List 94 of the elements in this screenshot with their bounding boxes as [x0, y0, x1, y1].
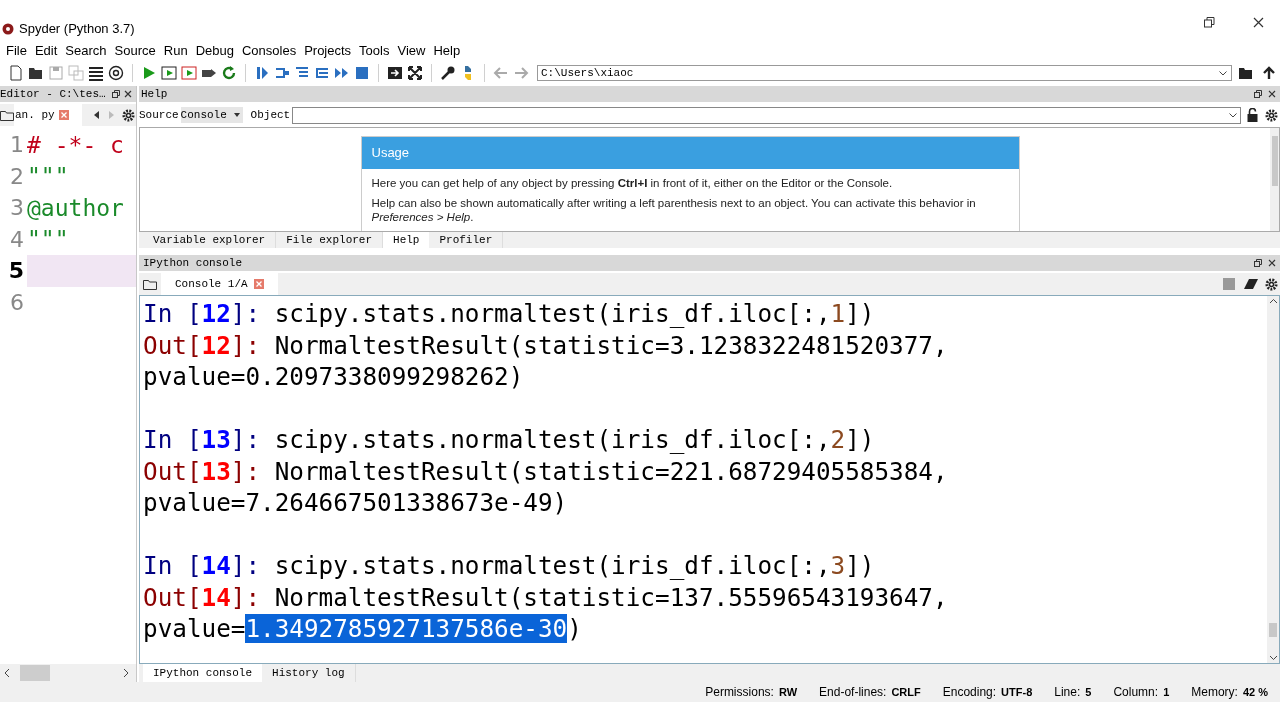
scroll-down-icon[interactable]	[1268, 655, 1278, 661]
menu-item[interactable]: View	[393, 41, 430, 61]
scrollbar-thumb[interactable]	[1269, 623, 1277, 637]
console-line: Out[12]: NormaltestResult(statistic=3.1238322481520377,	[143, 329, 948, 361]
line-number: 3	[9, 194, 24, 223]
status-item: Column: 1	[1113, 684, 1170, 701]
new-file-icon[interactable]	[8, 65, 24, 81]
close-icon[interactable]	[1253, 17, 1264, 28]
step-return-icon[interactable]	[314, 65, 330, 81]
dropdown-caret-icon	[233, 113, 240, 117]
pane-title: Editor - C:\tes…	[0, 86, 106, 102]
run-icon[interactable]	[141, 65, 157, 81]
console-line: Out[14]: NormaltestResult(statistic=137.55596543193647,	[143, 581, 948, 613]
status-item: Memory: 42 %	[1191, 684, 1268, 701]
line-number: 4	[9, 225, 24, 254]
console-line: In [12]: scipy.stats.normaltest(iris_df.iloc[:,1])	[143, 298, 875, 330]
wrench-icon[interactable]	[440, 65, 456, 81]
console-line: pvalue=7.264667501338673e-49)	[143, 487, 568, 519]
status-item: Encoding: UTF-8	[942, 684, 1033, 701]
menu-item[interactable]: File	[2, 41, 31, 61]
file-tab[interactable]: an. py	[14, 104, 82, 126]
pane-title: Help	[141, 86, 168, 102]
status-item: End-of-lines: CRLF	[819, 684, 921, 701]
menu-item[interactable]: Help	[429, 41, 465, 61]
menu-item[interactable]: Edit	[30, 41, 62, 61]
source-dropdown[interactable]: Console	[180, 107, 243, 123]
status-item: Permissions: RW	[705, 684, 798, 701]
scroll-up-icon[interactable]	[1268, 298, 1278, 304]
settings-icon[interactable]	[122, 108, 135, 122]
restore-icon[interactable]	[1204, 17, 1215, 28]
settings-icon[interactable]	[1265, 277, 1278, 291]
line-number: 2	[9, 162, 24, 191]
close-icon[interactable]	[1268, 259, 1276, 267]
menu-item[interactable]: Consoles	[237, 41, 301, 61]
line-number: 5	[7, 257, 24, 286]
close-icon[interactable]	[124, 90, 132, 98]
open-folder-icon[interactable]	[1238, 66, 1254, 80]
open-folder-icon[interactable]	[28, 65, 44, 81]
folder-icon[interactable]	[0, 109, 14, 121]
scrollbar-thumb[interactable]	[20, 665, 50, 681]
menu-item[interactable]: Debug	[191, 41, 238, 61]
help-paragraph: Help can also be shown automatically after writing a left parenthesis next to an object. You can activate this behavior in Preferences > Help.	[371, 196, 977, 224]
line-number: 1	[9, 131, 24, 160]
status-item: Line: 5	[1054, 684, 1092, 701]
console-line: In [13]: scipy.stats.normaltest(iris_df.iloc[:,2])	[143, 424, 875, 456]
continue-icon[interactable]	[334, 65, 350, 81]
pane-title: IPython console	[143, 255, 243, 271]
code-line: # -*- c	[27, 130, 124, 160]
object-label: Object	[250, 107, 291, 123]
arrow-left-icon[interactable]	[92, 110, 102, 120]
usage-header: Usage	[361, 137, 1019, 169]
stop-icon[interactable]	[354, 65, 370, 81]
window-title: Spyder (Python 3.7)	[19, 19, 135, 38]
source-label: Source	[139, 107, 179, 123]
code-line: """	[27, 225, 69, 254]
menu-item[interactable]: Run	[159, 41, 192, 61]
scroll-left-icon[interactable]	[3, 668, 11, 678]
rerun-icon[interactable]	[221, 65, 237, 81]
line-number: 6	[9, 288, 24, 317]
object-field[interactable]	[292, 106, 1241, 124]
step-icon[interactable]	[274, 65, 290, 81]
pane-tab[interactable]: IPython console	[143, 664, 263, 682]
menu-item[interactable]: Search	[61, 41, 111, 61]
console-line: In [14]: scipy.stats.normaltest(iris_df.iloc[:,3])	[143, 550, 875, 582]
folder-icon[interactable]	[143, 278, 157, 290]
menu-item[interactable]: Projects	[300, 41, 356, 61]
scroll-right-icon[interactable]	[122, 668, 130, 678]
settings-icon[interactable]	[1265, 108, 1278, 122]
scrollbar-thumb[interactable]	[1271, 136, 1278, 186]
dropdown-caret-icon	[1219, 70, 1227, 76]
padlock-icon[interactable]	[1247, 108, 1258, 122]
run-cell-advance-icon[interactable]	[181, 65, 197, 81]
undock-icon[interactable]	[112, 90, 120, 98]
up-arrow-icon[interactable]	[1262, 66, 1276, 80]
console-tab[interactable]: Console 1/A	[161, 273, 278, 295]
dropdown-caret-icon	[1229, 112, 1237, 118]
undock-icon[interactable]	[1254, 259, 1262, 267]
code-line: @author	[27, 193, 124, 223]
run-cell-icon[interactable]	[161, 65, 177, 81]
maximize-pane-icon[interactable]	[387, 65, 403, 81]
fullscreen-icon[interactable]	[407, 65, 423, 81]
eraser-icon[interactable]	[1244, 278, 1259, 290]
close-icon[interactable]	[1268, 90, 1276, 98]
menu-item[interactable]: Source	[110, 41, 160, 61]
code-line: """	[27, 162, 69, 191]
path-field[interactable]: C:\Users\xiaoc	[537, 65, 1232, 81]
console-line: pvalue=0.2097338099298262)	[143, 361, 524, 393]
help-paragraph: Here you can get help of any object by pressing Ctrl+I in front of it, either on the Editor or the Console.	[371, 176, 894, 190]
undock-icon[interactable]	[1254, 90, 1262, 98]
console-line: Out[13]: NormaltestResult(statistic=221.68729405585384,	[143, 455, 948, 487]
list-icon[interactable]	[88, 65, 104, 81]
debug-icon[interactable]	[254, 65, 270, 81]
menu-item[interactable]: Tools	[355, 41, 394, 61]
pane-tab[interactable]: Help	[383, 232, 430, 248]
